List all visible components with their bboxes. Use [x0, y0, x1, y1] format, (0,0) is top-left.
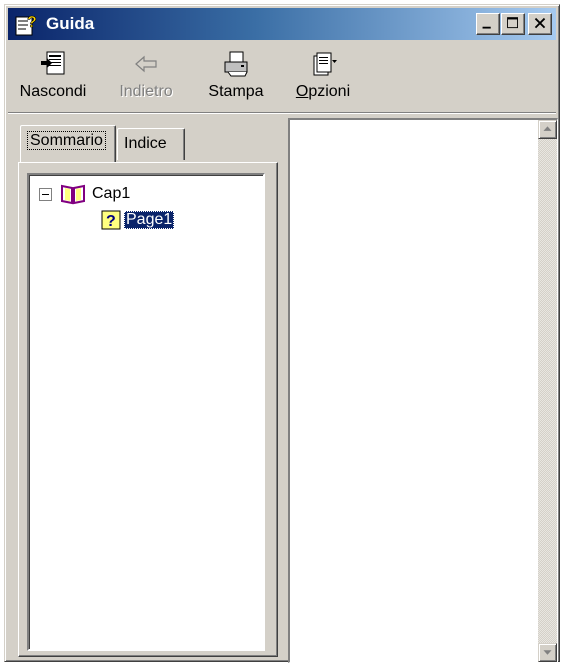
- options-label: Opzioni: [295, 83, 351, 100]
- print-button[interactable]: Stampa: [200, 49, 272, 109]
- hide-button[interactable]: Nascondi: [11, 49, 95, 109]
- options-button[interactable]: Opzioni: [288, 49, 358, 109]
- toolbar: Nascondi Indietro Stampa Opzioni: [8, 43, 556, 113]
- topic-content-pane[interactable]: [288, 118, 558, 663]
- tab-index[interactable]: Indice: [117, 128, 185, 160]
- tab-index-label: Indice: [124, 135, 167, 152]
- printer-icon: [224, 51, 248, 77]
- maximize-icon: [507, 17, 518, 29]
- title-bar[interactable]: ? Guida: [8, 8, 556, 40]
- minimize-button[interactable]: [476, 13, 500, 35]
- print-label: Stampa: [208, 83, 264, 100]
- navigation-pane: Sommario Indice Cap1 ? Page1: [8, 118, 280, 663]
- tree-node-cap1[interactable]: Cap1: [39, 183, 132, 205]
- book-open-icon: [61, 184, 85, 205]
- svg-text:?: ?: [27, 14, 37, 31]
- tab-contents[interactable]: Sommario: [20, 125, 116, 162]
- back-arrow-icon: [135, 55, 157, 73]
- arrow-up-icon: [543, 126, 552, 131]
- contents-tree[interactable]: Cap1 ? Page1: [27, 173, 265, 651]
- hide-pane-icon: [41, 51, 65, 75]
- options-icon: [313, 52, 337, 76]
- maximize-button[interactable]: [501, 13, 525, 35]
- close-icon: [534, 17, 546, 29]
- help-window: ? Guida Nascondi Indietro Stampa Opzioni…: [4, 4, 560, 663]
- window-title: Guida: [46, 14, 95, 33]
- back-button[interactable]: Indietro: [108, 49, 184, 109]
- scroll-down-button[interactable]: [538, 643, 557, 662]
- help-app-icon: ?: [14, 11, 40, 37]
- minimize-icon: [482, 26, 491, 29]
- vertical-scrollbar[interactable]: [538, 120, 557, 662]
- tree-node-page1[interactable]: ? Page1: [101, 210, 175, 230]
- close-button[interactable]: [528, 13, 552, 35]
- collapse-toggle[interactable]: [39, 187, 52, 201]
- back-label: Indietro: [119, 83, 173, 100]
- window-controls: [475, 13, 552, 35]
- tree-node-label-selected: Page1: [124, 211, 175, 229]
- tree-node-label: Cap1: [92, 185, 131, 202]
- scroll-up-button[interactable]: [538, 120, 557, 139]
- help-page-icon: ?: [101, 210, 121, 230]
- hide-label: Nascondi: [19, 83, 87, 100]
- contents-panel: Cap1 ? Page1: [18, 162, 278, 657]
- svg-text:?: ?: [106, 213, 116, 230]
- arrow-down-icon: [543, 650, 552, 655]
- tab-contents-label: Sommario: [27, 131, 106, 150]
